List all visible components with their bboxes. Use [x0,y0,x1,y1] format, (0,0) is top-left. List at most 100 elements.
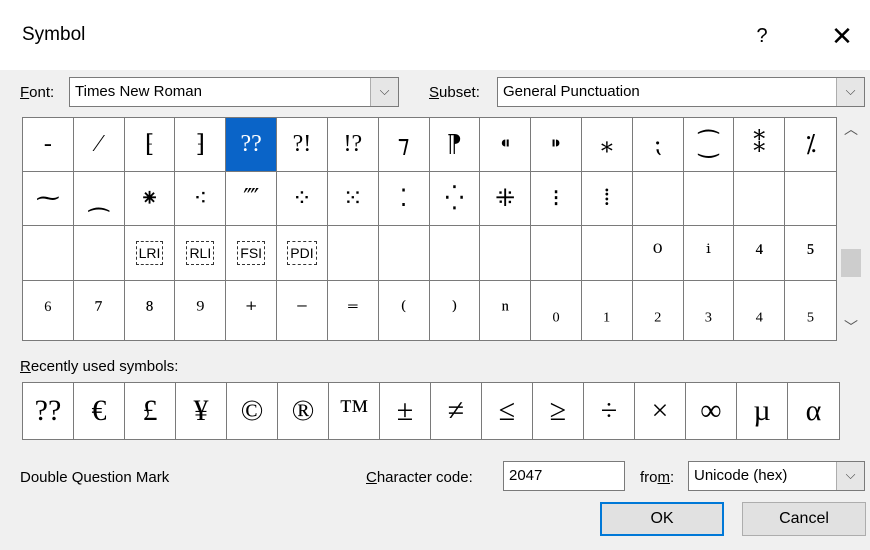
symbol-cell[interactable]: ⁸ [125,281,176,340]
symbol-cell[interactable]: ⁎ [581,118,633,172]
symbol-cell[interactable]: ?? [226,118,278,172]
symbol-cell[interactable]: ⁗ [226,172,278,226]
symbol-cell[interactable]: ⁓ [23,172,74,226]
symbol-cell[interactable]: ⁕ [124,172,176,226]
character-code-input[interactable]: 2047 [503,461,625,491]
symbol-cell[interactable]: ⁏ [632,118,684,172]
symbol-cell[interactable]: ⁹ [175,281,227,340]
symbol-cell[interactable] [683,172,735,226]
recent-symbol[interactable]: ∞ [686,383,737,439]
from-dropdown[interactable]: Unicode (hex) ⌵ [688,461,865,491]
symbol-cell[interactable]: ⁵ [785,226,836,281]
scroll-down-icon[interactable]: ﹀ [837,317,865,341]
symbol-cell[interactable]: ⁚ [378,172,430,226]
symbol-cell[interactable]: ⁙ [327,172,379,226]
symbol-cell[interactable]: !? [327,118,379,172]
symbol-cell[interactable] [632,172,684,226]
symbol-cell[interactable] [531,226,582,281]
symbol-cell[interactable]: ⁶ [23,281,74,340]
symbol-cell[interactable] [785,172,836,226]
recent-symbol[interactable]: ® [278,383,329,439]
symbol-cell[interactable] [581,226,633,281]
chevron-down-icon[interactable]: ⌵ [836,462,864,490]
symbol-cell[interactable]: ₀ [531,281,582,340]
symbol-cell[interactable]: ⁝ [531,172,582,226]
symbol-cell[interactable] [480,226,532,281]
symbol-cell[interactable]: FSI [226,226,278,281]
recent-symbol[interactable]: ™ [329,383,380,439]
dialog-title: Symbol [22,24,86,45]
symbol-cell[interactable]: ⁰ [632,226,684,281]
chevron-down-icon[interactable]: ⌵ [836,78,864,106]
symbol-cell[interactable]: ⁒ [785,118,836,172]
symbol-cell[interactable]: ⁞ [581,172,633,226]
chevron-down-icon[interactable]: ⌵ [370,78,398,106]
symbol-cell[interactable]: ⁘ [277,172,328,226]
recent-symbol[interactable]: © [227,383,278,439]
symbol-cell[interactable]: LRI [124,226,176,281]
symbol-cell[interactable]: ⁷ [74,281,125,340]
symbol-cell[interactable]: ⁆ [175,118,227,172]
symbol-cell[interactable]: ⁐ [683,118,735,172]
recent-symbol[interactable]: × [635,383,686,439]
symbol-cell[interactable]: ⁋ [429,118,481,172]
symbol-cell[interactable]: ⁽ [379,281,430,340]
symbol-cell[interactable]: ⁿ [480,281,532,340]
symbol-cell[interactable]: PDI [277,226,328,281]
symbol-cell[interactable]: ⁊ [378,118,430,172]
symbol-cell[interactable] [23,226,74,281]
symbol-cell[interactable]: ⁖ [175,172,227,226]
symbol-cell[interactable]: ⁍ [531,118,582,172]
font-dropdown[interactable]: Times New Roman ⌵ [69,77,399,107]
symbol-cell[interactable]: ₂ [633,281,684,340]
symbol-cell[interactable]: ⁌ [480,118,532,172]
symbol-cell[interactable]: ₁ [582,281,633,340]
symbol-cell[interactable]: ?! [277,118,328,172]
symbol-cell[interactable]: ⁻ [277,281,328,340]
recent-symbol[interactable]: £ [125,383,176,439]
recent-symbol[interactable]: ± [380,383,431,439]
symbol-cell[interactable] [73,226,125,281]
recent-symbol[interactable]: ?? [23,383,74,439]
scroll-thumb[interactable] [841,249,861,277]
symbol-cell[interactable]: ₃ [684,281,735,340]
symbol-cell[interactable]: - [23,118,74,172]
symbol-cell[interactable] [327,226,379,281]
recent-symbol[interactable]: µ [737,383,788,439]
recent-symbol[interactable]: α [788,383,839,439]
recent-symbol[interactable]: ≠ [431,383,482,439]
subset-dropdown[interactable]: General Punctuation ⌵ [497,77,865,107]
scroll-up-icon[interactable]: ︿ [837,119,865,143]
ok-button[interactable]: OK [600,502,724,536]
recent-symbol[interactable]: € [74,383,125,439]
help-button[interactable]: ? [744,18,780,54]
symbol-cell[interactable] [734,172,786,226]
recent-symbol[interactable]: ≤ [482,383,533,439]
cancel-button[interactable]: Cancel [742,502,866,536]
symbol-cell[interactable] [378,226,430,281]
symbol-cell[interactable]: ⁺ [226,281,278,340]
subset-label: Subset: [429,84,480,101]
recent-symbol[interactable]: ¥ [176,383,227,439]
symbol-cell[interactable]: ₄ [734,281,786,340]
recent-symbol[interactable]: ≥ [533,383,584,439]
symbol-cell[interactable]: ⁱ [683,226,735,281]
symbol-cell[interactable]: ⁜ [480,172,532,226]
symbol-cell[interactable]: ⁾ [430,281,481,340]
symbol-cell[interactable] [429,226,481,281]
recent-symbols[interactable]: ?? € £ ¥ © ® ™ ± ≠ ≤ ≥ ÷ × ∞ µ α [22,382,840,440]
recent-symbol[interactable]: ÷ [584,383,635,439]
symbol-cell[interactable]: ⁼ [328,281,379,340]
grid-scrollbar[interactable]: ︿ ﹀ [837,117,865,341]
symbol-cell[interactable]: ₅ [785,281,836,340]
symbol-cell[interactable]: ⁄ [73,118,125,172]
symbol-cell[interactable]: RLI [175,226,227,281]
symbol-cell[interactable]: ⁑ [734,118,786,172]
symbol-grid[interactable]: - ⁄ ⁅ ⁆???!!? ⁊ ⁋ ⁌ ⁍ ⁎ ⁏ ⁐ ⁑ ⁒ ⁓ ⁔ ⁕ ⁖ ⁗ ⁘ ⁙ ⁚ ⁛ ⁜ ⁝ ⁞ LRI RLI FSI… [22,117,837,341]
symbol-cell[interactable]: ⁛ [429,172,481,226]
format-control-box: RLI [186,241,215,265]
close-button[interactable]: ✕ [822,18,862,54]
symbol-cell[interactable]: ⁴ [734,226,786,281]
symbol-cell[interactable]: ⁔ [73,172,125,226]
symbol-cell[interactable]: ⁅ [124,118,176,172]
